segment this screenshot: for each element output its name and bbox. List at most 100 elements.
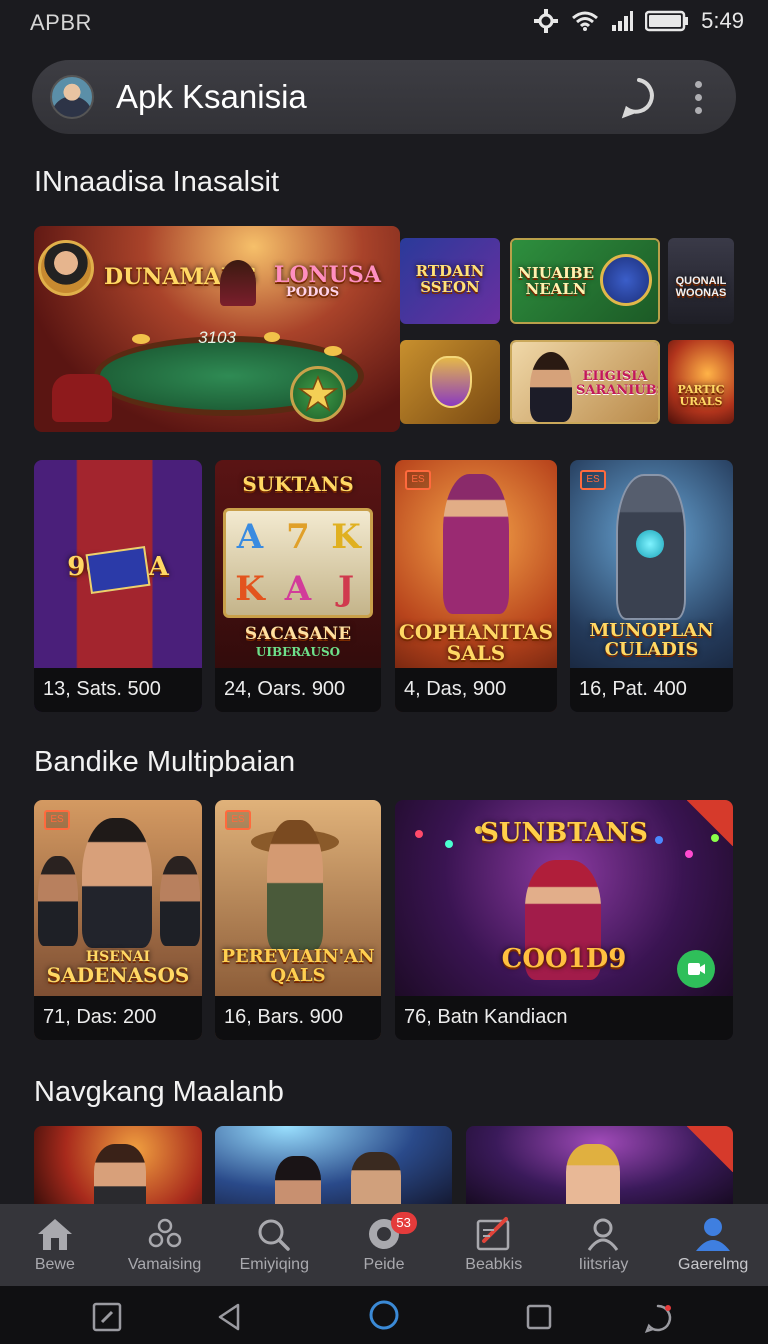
featured-tile[interactable]: RTDAIN SSEON [400, 238, 500, 324]
game-card-caption: 71, Das: 200 [34, 996, 202, 1040]
emblem-icon [600, 254, 652, 306]
game-card-caption: 16, Pat. 400 [570, 668, 733, 712]
back-icon [218, 1303, 240, 1331]
assistant-icon [644, 1304, 672, 1334]
nav-item-home[interactable]: Bewe [0, 1204, 110, 1286]
overview-button[interactable] [524, 1302, 554, 1337]
nav-item-person[interactable]: Iiitsriay [549, 1204, 659, 1286]
slot-reels: A 7 K K A J [223, 508, 373, 618]
featured-tile[interactable]: PARTIC URALS [668, 340, 734, 424]
featured-tile[interactable]: NIUAIBE NEALN [510, 238, 660, 324]
game-card-wide[interactable]: SUNBTANS COO1D9 76, Batn Kandiacn [395, 800, 733, 1040]
assistant-icon [621, 78, 654, 119]
more-dot-icon [694, 80, 702, 88]
nav-item-edit[interactable]: Beabkis [439, 1204, 549, 1286]
recent-apps-button[interactable] [92, 1302, 122, 1337]
game-card[interactable] [215, 1126, 452, 1206]
nav-label: Peide [363, 1256, 405, 1273]
edit-icon [476, 1217, 509, 1251]
nav-item-profile[interactable]: Gaerelmg [658, 1204, 768, 1286]
hot-tag-icon: ES [225, 810, 251, 830]
featured-tile[interactable] [400, 340, 500, 424]
game-card-caption: 13, Sats. 500 [34, 668, 202, 712]
game-card-caption: 76, Batn Kandiacn [395, 996, 733, 1040]
avatar[interactable] [50, 75, 94, 119]
game-card[interactable]: ES COPHANITAS SALS 4, Das, 900 [395, 460, 557, 712]
square-icon [526, 1304, 552, 1330]
assistant-nav-button[interactable] [642, 1302, 674, 1339]
game-card[interactable]: 96 · 7A 13, Sats. 500 [34, 460, 202, 712]
performer-figure [566, 1144, 620, 1206]
chip-icon [264, 332, 280, 342]
chip-icon [132, 334, 150, 344]
game-card[interactable]: ES MUNOPLAN CULADIS 16, Pat. 400 [570, 460, 733, 712]
search-icon [258, 1219, 291, 1251]
community-icon [148, 1218, 181, 1248]
game-card[interactable]: ES PEREVIAIN'AN QALS 16, Bars. 900 [215, 800, 381, 1040]
home-button[interactable] [368, 1299, 400, 1336]
bottom-navigation: Bewe Vamaising Emiyiqing 53 Peide Beabki… [0, 1204, 768, 1286]
more-dot-icon [694, 106, 702, 114]
slot-label-icon [85, 546, 151, 594]
warrior-figure [443, 474, 509, 614]
hot-tag-icon: ES [405, 470, 431, 490]
video-call-button[interactable] [677, 950, 715, 988]
search-bar[interactable]: Apk Ksanisia [32, 60, 736, 134]
ribbon-icon [687, 1126, 733, 1172]
signal-icon [611, 10, 634, 32]
adventurer-figure [267, 820, 323, 950]
hot-tag-icon: ES [580, 470, 606, 490]
more-options-button[interactable] [686, 74, 710, 120]
banner-right-text: LONUSA [274, 262, 381, 288]
game-art-title: SUKTANS [242, 472, 354, 496]
status-bar: APBR 5:49 [0, 0, 768, 44]
man-figure [351, 1152, 401, 1206]
banner-right-subtext: PODOS [286, 285, 340, 300]
nav-label: Bewe [34, 1256, 75, 1273]
man-figure [94, 1144, 146, 1206]
nav-label: Vamaising [127, 1256, 202, 1273]
nav-label: Emiyiqing [239, 1256, 309, 1273]
tile-text: RTDAIN SSEON [415, 262, 485, 296]
nav-item-chat[interactable]: 53 Peide [329, 1204, 439, 1286]
game-card-caption: 4, Das, 900 [395, 668, 557, 712]
game-art-title: COPHANITAS SALS [398, 620, 554, 665]
game-art-title: SUNBTANS [480, 818, 648, 848]
home-icon [37, 1219, 72, 1250]
featured-tile[interactable]: QUONAIL WOONAS [668, 238, 734, 324]
game-card[interactable]: SUKTANS A 7 K K A J SACASANE UIBERAUSO 2… [215, 460, 381, 712]
shield-icon [430, 356, 472, 408]
system-navigation [0, 1286, 768, 1344]
assistant-button[interactable] [616, 74, 662, 120]
nav-item-community[interactable]: Vamaising [110, 1204, 220, 1286]
notification-badge: 53 [390, 1212, 417, 1234]
armchair [52, 374, 112, 422]
dealer-figure [220, 260, 256, 306]
player-portrait [38, 240, 94, 296]
tile-text: NIUAIBE NEALN [518, 264, 595, 298]
game-card[interactable]: ES HSENAI SADENASOS 71, Das: 200 [34, 800, 202, 1040]
star-icon [290, 366, 346, 422]
wifi-icon [571, 10, 599, 32]
featured-banner[interactable]: 3103 DUNAMANS LONUSA PODOS [34, 226, 400, 432]
nav-label: Beabkis [465, 1256, 523, 1273]
nav-item-search[interactable]: Emiyiqing [219, 1204, 329, 1286]
tile-text: PARTIC URALS [677, 383, 725, 408]
featured-tile[interactable]: EIIGISIA SARANIUBS [510, 340, 660, 424]
game-card-caption: 24, Oars. 900 [215, 668, 381, 712]
game-art-subtitle: SACASANE [244, 624, 352, 644]
man-figure [38, 856, 78, 946]
glow-icon [636, 530, 664, 558]
app-title: Apk Ksanisia [116, 78, 307, 115]
game-art-title: MUNOPLAN CULADIS [589, 620, 714, 660]
game-art-caption: UIBERAUSO [255, 645, 341, 659]
game-card[interactable] [34, 1126, 202, 1206]
table-number: 3103 [198, 328, 236, 347]
home-circle-icon [369, 1300, 399, 1330]
section-title-navigating: Navgkang Maalanb [34, 1076, 284, 1108]
section-title-multiplayer: Bandike Multipbaian [34, 746, 296, 778]
game-card[interactable] [466, 1126, 733, 1206]
settings-icon [533, 8, 559, 34]
person-icon [588, 1218, 619, 1251]
back-button[interactable] [214, 1302, 244, 1337]
